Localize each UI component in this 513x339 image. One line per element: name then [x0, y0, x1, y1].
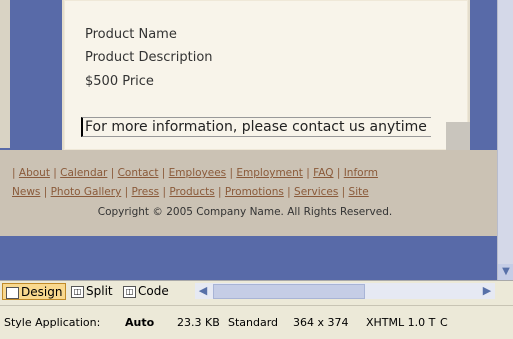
- page-dimensions[interactable]: 364 x 374: [293, 316, 349, 329]
- style-application-value[interactable]: Auto: [125, 316, 154, 329]
- product-description[interactable]: Product Description: [85, 50, 213, 65]
- footer-link-employees[interactable]: Employees: [169, 167, 226, 179]
- tab-code[interactable]: ◫ Code: [120, 283, 172, 300]
- tab-design[interactable]: Design: [2, 283, 67, 300]
- footer-copyright: Copyright © 2005 Company Name. All Right…: [97, 206, 393, 218]
- scroll-left-arrow-icon[interactable]: ◀: [195, 283, 211, 299]
- footer-link-photo-gallery[interactable]: Photo Gallery: [51, 186, 122, 198]
- file-size: 23.3 KB: [177, 316, 220, 329]
- status-extra: C: [440, 316, 448, 329]
- footer-link-faq[interactable]: FAQ: [313, 167, 333, 179]
- left-border-strip: [0, 0, 10, 148]
- scroll-right-arrow-icon[interactable]: ▶: [479, 283, 495, 299]
- vertical-scrollbar[interactable]: ▼: [497, 0, 513, 280]
- footer-link-services[interactable]: Services: [294, 186, 338, 198]
- split-view-icon: ◫: [71, 286, 84, 298]
- connection-speed: Standard: [228, 316, 279, 329]
- footer-link-press[interactable]: Press: [132, 186, 160, 198]
- design-canvas[interactable]: Product Name Product Description $500 Pr…: [0, 0, 497, 280]
- footer-link-products[interactable]: Products: [169, 186, 214, 198]
- status-bar: Style Application: Auto 23.3 KB Standard…: [0, 305, 513, 339]
- footer-link-inform[interactable]: Inform: [344, 167, 378, 179]
- style-application-label: Style Application:: [4, 316, 101, 329]
- footer-link-calendar[interactable]: Calendar: [60, 167, 107, 179]
- footer-link-about[interactable]: About: [19, 167, 50, 179]
- footer-link-site[interactable]: Site: [349, 186, 369, 198]
- tab-split[interactable]: ◫ Split: [68, 283, 116, 300]
- tab-code-label: Code: [138, 284, 169, 298]
- footer-links-row1: | About | Calendar | Contact | Employees…: [12, 167, 378, 179]
- product-name[interactable]: Product Name: [85, 27, 177, 42]
- footer-links-row2: News | Photo Gallery | Press | Products …: [12, 186, 369, 198]
- footer-link-employment[interactable]: Employment: [236, 167, 303, 179]
- product-price[interactable]: $500 Price: [85, 74, 154, 89]
- info-text-selected[interactable]: For more information, please contact us …: [81, 117, 431, 137]
- scroll-down-arrow-icon[interactable]: ▼: [498, 264, 513, 280]
- code-view-icon: ◫: [123, 286, 136, 298]
- footer-link-news[interactable]: News: [12, 186, 40, 198]
- tab-design-label: Design: [21, 285, 63, 299]
- design-view-icon: [6, 287, 19, 299]
- doctype[interactable]: XHTML 1.0 T: [366, 316, 435, 329]
- tab-split-label: Split: [86, 284, 113, 298]
- footer-base: [0, 226, 497, 236]
- footer-link-contact[interactable]: Contact: [118, 167, 159, 179]
- horizontal-scroll-thumb[interactable]: [213, 284, 365, 299]
- footer-link-promotions[interactable]: Promotions: [225, 186, 284, 198]
- content-corner: [446, 122, 470, 150]
- horizontal-scrollbar[interactable]: ◀ ▶: [195, 283, 495, 299]
